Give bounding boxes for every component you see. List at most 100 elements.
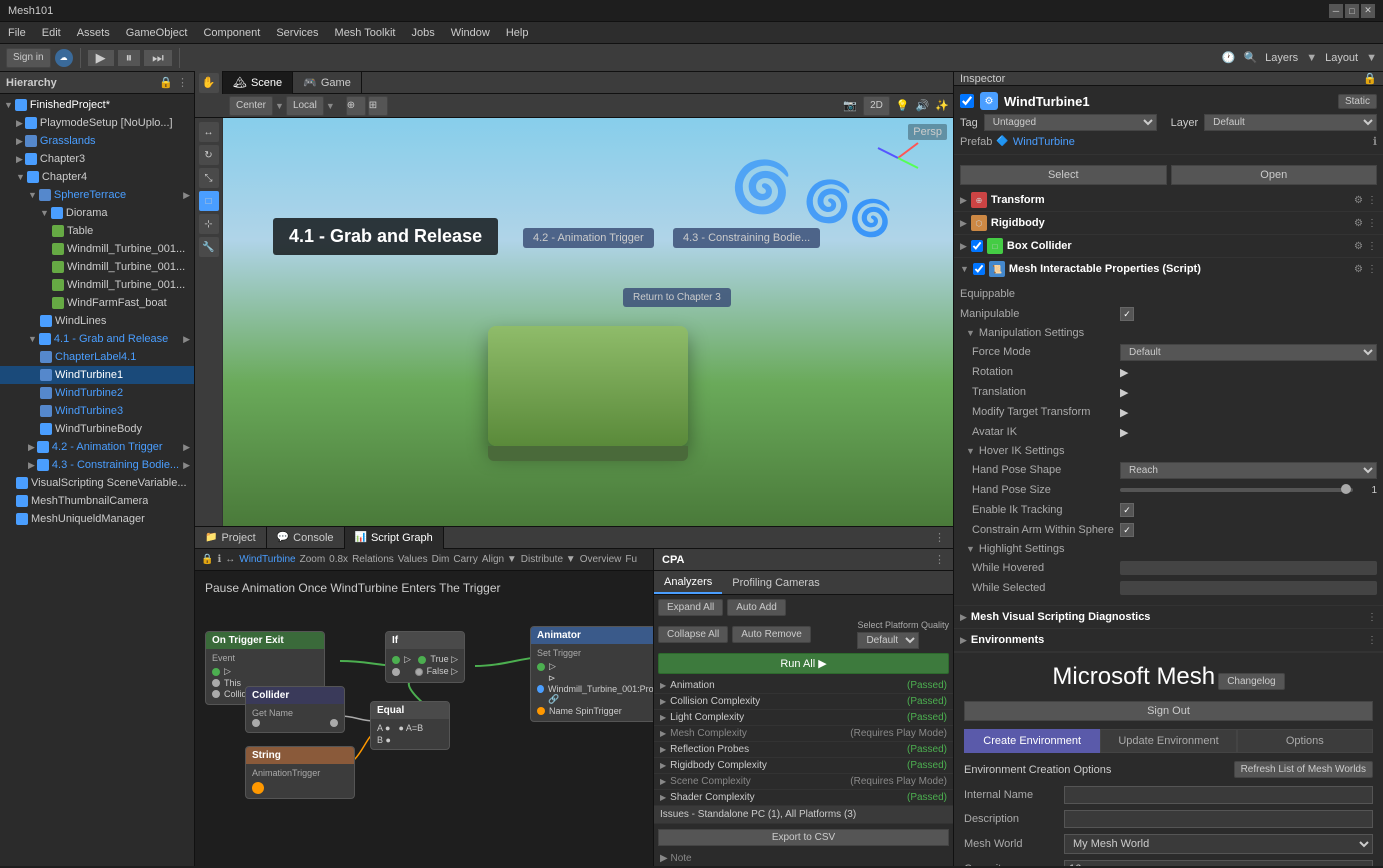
local-dropdown-icon[interactable]: ▼ (326, 101, 335, 111)
comp-header-rigidbody[interactable]: ▶ ⬡ Rigidbody ⚙ ⋮ (954, 212, 1383, 234)
layer-select[interactable]: Default (1204, 114, 1377, 131)
pause-button[interactable]: ⏸ (118, 50, 141, 66)
auto-add-btn[interactable]: Auto Add (727, 599, 786, 616)
update-env-tab[interactable]: Update Environment (1100, 729, 1236, 753)
cpa-row-animation[interactable]: ▶ Animation (Passed) (654, 678, 953, 694)
hierarchy-item[interactable]: WindLines (0, 312, 194, 330)
enable-ik-checkbox[interactable] (1120, 503, 1134, 517)
cpa-row-mesh[interactable]: ▶ Mesh Complexity (Requires Play Mode) (654, 726, 953, 742)
hierarchy-item[interactable]: ▼ SphereTerrace ▶ (0, 186, 194, 204)
search-icon[interactable]: 🔍 (1243, 51, 1257, 64)
cpa-row-reflection[interactable]: ▶ Reflection Probes (Passed) (654, 742, 953, 758)
section-manipulation[interactable]: ▼ Manipulation Settings (960, 325, 1377, 341)
hierarchy-item[interactable]: Windmill_Turbine_001... (0, 240, 194, 258)
hierarchy-item[interactable]: ▼ 4.1 - Grab and Release ▶ (0, 330, 194, 348)
static-badge[interactable]: Static (1338, 94, 1377, 109)
game-tab[interactable]: 🎮 Game (293, 72, 362, 94)
cpa-menu-icon[interactable]: ⋮ (934, 553, 945, 566)
sign-out-btn[interactable]: Sign Out (964, 701, 1373, 721)
hierarchy-item[interactable]: WindFarmFast_boat (0, 294, 194, 312)
rotate-tool[interactable]: ↻ (199, 145, 219, 165)
hierarchy-menu-icon[interactable]: ⋮ (177, 76, 188, 89)
menu-window[interactable]: Window (443, 22, 498, 43)
comp-settings-icon[interactable]: ⚙ (1354, 241, 1363, 252)
sg-overview[interactable]: Overview (580, 554, 622, 565)
scene-tool-1[interactable]: ⊕ (346, 96, 366, 116)
env-internal-name-input[interactable] (1064, 786, 1373, 804)
mesh-interactable-enabled[interactable] (973, 263, 985, 275)
sg-dim[interactable]: Dim (432, 554, 450, 565)
box-collider-enabled[interactable] (971, 240, 983, 252)
account-icon[interactable]: ☁ (55, 49, 73, 67)
prefab-link[interactable]: WindTurbine (1013, 136, 1075, 148)
comp-header-boxcollider[interactable]: ▶ □ Box Collider ⚙ ⋮ (954, 235, 1383, 257)
lighting-icon[interactable]: 💡 (896, 99, 910, 112)
cpa-row-scene[interactable]: ▶ Scene Complexity (Requires Play Mode) (654, 774, 953, 790)
hierarchy-item[interactable]: Windmill_Turbine_001... (0, 258, 194, 276)
history-icon[interactable]: 🕐 (1222, 51, 1236, 64)
select-button[interactable]: Select (960, 165, 1167, 185)
audio-icon[interactable]: 🔊 (916, 99, 930, 112)
section-highlight[interactable]: ▼ Highlight Settings (960, 541, 1377, 557)
run-all-btn[interactable]: Run All ▶ (658, 653, 949, 674)
sg-info[interactable]: ℹ (217, 554, 221, 565)
collapse-all-btn[interactable]: Collapse All (658, 626, 728, 643)
env-description-input[interactable] (1064, 810, 1373, 828)
local-dropdown[interactable]: Local (286, 96, 324, 116)
hand-pose-size-slider[interactable]: 1 (1120, 485, 1377, 496)
script-graph-panel[interactable]: 🔒 ℹ ↔ WindTurbine Zoom 0.8x Relations Va… (195, 549, 653, 866)
comp-menu-icon[interactable]: ⋮ (1367, 218, 1377, 229)
force-mode-select[interactable]: Default (1120, 344, 1377, 361)
cpa-row-collision[interactable]: ▶ Collision Complexity (Passed) (654, 694, 953, 710)
center-dropdown-icon[interactable]: ▼ (275, 101, 284, 111)
export-csv-btn[interactable]: Export to CSV (658, 829, 949, 846)
manipulable-checkbox[interactable] (1120, 307, 1134, 321)
env-capacity-input[interactable] (1064, 860, 1373, 866)
menu-file[interactable]: File (0, 22, 34, 43)
menu-jobs[interactable]: Jobs (403, 22, 442, 43)
move-tool[interactable]: ↔ (199, 122, 219, 142)
refresh-btn[interactable]: Refresh List of Mesh Worlds (1234, 761, 1373, 778)
custom-tool[interactable]: 🔧 (199, 237, 219, 257)
signin-button[interactable]: Sign in (6, 48, 51, 68)
hierarchy-item-selected[interactable]: WindTurbine1 (0, 366, 194, 384)
sg-carry[interactable]: Carry (453, 554, 477, 565)
comp-header-mesh-interactable[interactable]: ▼ 📜 Mesh Interactable Properties (Script… (954, 258, 1383, 280)
sg-fullscreen[interactable]: Fu (625, 554, 637, 565)
hierarchy-item[interactable]: WindTurbine2 (0, 384, 194, 402)
cpa-row-rigidbody[interactable]: ▶ Rigidbody Complexity (Passed) (654, 758, 953, 774)
options-tab[interactable]: Options (1237, 729, 1373, 753)
hierarchy-item[interactable]: ▶ 4.2 - Animation Trigger ▶ (0, 438, 194, 456)
menu-edit[interactable]: Edit (34, 22, 69, 43)
obj-enabled-checkbox[interactable] (960, 94, 974, 108)
step-button[interactable]: ⏭ (144, 50, 172, 66)
play-button[interactable]: ▶ (88, 50, 114, 66)
hierarchy-item[interactable]: ▶ Chapter3 (0, 150, 194, 168)
transform-tool[interactable]: ⊹ (199, 214, 219, 234)
hierarchy-item[interactable]: Windmill_Turbine_001... (0, 276, 194, 294)
comp-menu-icon[interactable]: ⋮ (1367, 264, 1377, 275)
hierarchy-item[interactable]: ChapterLabel4.1 (0, 348, 194, 366)
comp-header-transform[interactable]: ▶ ⊕ Transform ⚙ ⋮ (954, 189, 1383, 211)
prefab-info-icon[interactable]: ℹ (1373, 135, 1377, 148)
hierarchy-item[interactable]: ▼ Chapter4 (0, 168, 194, 186)
sg-arrows[interactable]: ↔ (225, 554, 235, 565)
effects-icon[interactable]: ✨ (935, 99, 949, 112)
profiling-tab[interactable]: Profiling Cameras (722, 571, 829, 594)
sg-relations[interactable]: Relations (352, 554, 394, 565)
sg-canvas[interactable]: Pause Animation Once WindTurbine Enters … (195, 571, 653, 866)
auto-remove-btn[interactable]: Auto Remove (732, 626, 811, 643)
layout-dropdown-icon[interactable]: ▼ (1366, 52, 1377, 64)
sg-node-equal[interactable]: Equal A ●● A=B B ● (370, 701, 450, 750)
maximize-btn[interactable]: □ (1345, 4, 1359, 18)
hierarchy-item[interactable]: WindTurbine3 (0, 402, 194, 420)
menu-help[interactable]: Help (498, 22, 537, 43)
sg-distribute[interactable]: Distribute ▼ (521, 554, 576, 565)
comp-header-diagnostics[interactable]: ▶ Mesh Visual Scripting Diagnostics ⋮ (954, 606, 1383, 628)
hierarchy-item[interactable]: MeshThumbnailCamera (0, 492, 194, 510)
hierarchy-item[interactable]: ▼ Diorama (0, 204, 194, 222)
scale-tool[interactable]: ⤡ (199, 168, 219, 188)
constrain-arm-checkbox[interactable] (1120, 523, 1134, 537)
console-tab[interactable]: 💬 Console (267, 527, 345, 549)
center-dropdown[interactable]: Center (229, 96, 273, 116)
